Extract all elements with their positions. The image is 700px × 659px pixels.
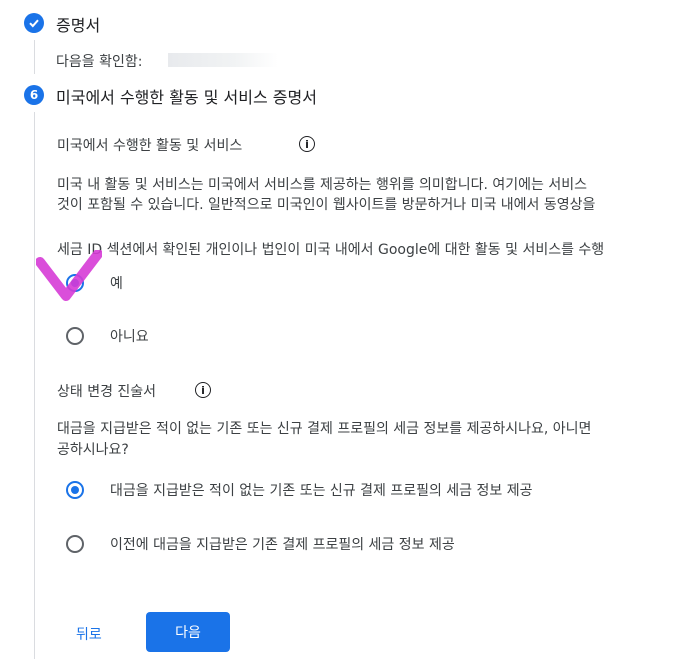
info-icon[interactable]: i: [195, 382, 211, 398]
verify-label: 다음을 확인함:: [56, 54, 143, 70]
step-title-us-activities: 미국에서 수행한 활동 및 서비스 증명서: [56, 88, 317, 107]
status-change-question-line2: 공하시나요?: [57, 442, 129, 458]
radio-existing-profile-label[interactable]: 이전에 대금을 지급받은 기존 결제 프로필의 세금 정보 제공: [110, 534, 455, 554]
status-change-heading: 상태 변경 진술서: [57, 384, 157, 400]
checkmark-annotation-icon: [36, 250, 102, 301]
activities-description-line2: 것이 포함될 수 있습니다. 일반적으로 미국인이 웹사이트를 방문하거나 미국…: [57, 197, 596, 213]
radio-new-profile[interactable]: [66, 481, 84, 499]
step-number-6: 6: [24, 85, 44, 105]
step-complete-check-icon: [24, 13, 44, 33]
activities-description-line1: 미국 내 활동 및 서비스는 미국에서 서비스를 제공하는 행위를 의미합니다.…: [57, 177, 587, 193]
radio-no-label[interactable]: 아니요: [110, 326, 149, 346]
step-title-certificate: 증명서: [56, 16, 101, 35]
radio-existing-profile[interactable]: [66, 535, 84, 553]
step-connector: [34, 40, 35, 74]
redacted-value: [168, 53, 278, 67]
next-button[interactable]: 다음: [146, 612, 230, 652]
back-button[interactable]: 뒤로: [76, 624, 102, 644]
radio-no[interactable]: [66, 327, 84, 345]
info-icon[interactable]: i: [299, 136, 315, 152]
radio-yes-label[interactable]: 예: [110, 273, 123, 293]
status-change-question-line1: 대금을 지급받은 적이 없는 기존 또는 신규 결제 프로필의 세금 정보를 제…: [57, 421, 592, 437]
radio-new-profile-label[interactable]: 대금을 지급받은 적이 없는 기존 또는 신규 결제 프로필의 세금 정보 제공: [110, 480, 532, 500]
activities-heading: 미국에서 수행한 활동 및 서비스: [57, 138, 243, 154]
step-rail: [34, 112, 35, 659]
activities-question: 세금 ID 섹션에서 확인된 개인이나 법인이 미국 내에서 Google에 대…: [57, 242, 605, 258]
